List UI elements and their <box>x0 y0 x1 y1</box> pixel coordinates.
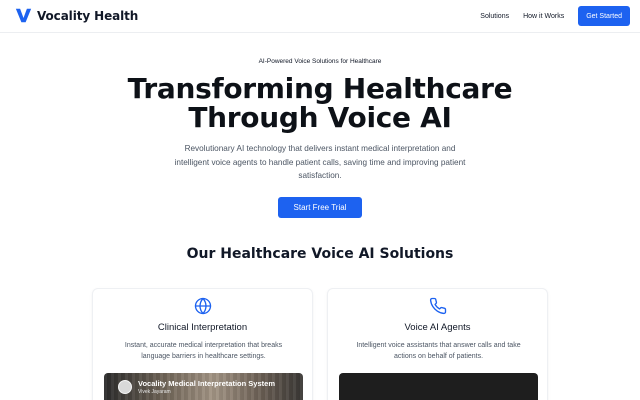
solutions-title: Our Healthcare Voice AI Solutions <box>186 246 454 262</box>
channel-avatar[interactable] <box>118 380 132 394</box>
globe-icon <box>194 297 212 315</box>
card-voice-ai-agents: Voice AI Agents Intelligent voice assist… <box>327 288 548 400</box>
card-description: Instant, accurate medical interpretation… <box>124 342 283 360</box>
card-title: Voice AI Agents <box>404 322 471 333</box>
hero-title: Transforming Healthcare Through Voice AI <box>0 74 640 132</box>
hero-subtitle: Revolutionary AI technology that deliver… <box>174 144 466 180</box>
brand-name: Vocality Health <box>37 8 139 23</box>
video-title[interactable]: Vocality Medical Interpretation System <box>138 379 275 388</box>
video-embed-placeholder[interactable] <box>339 373 538 400</box>
get-started-button[interactable]: Get Started <box>578 6 630 26</box>
start-free-trial-button[interactable]: Start Free Trial <box>278 197 362 218</box>
card-clinical-interpretation: Clinical Interpretation Instant, accurat… <box>92 288 313 400</box>
top-nav: Solutions How it Works Get Started <box>480 6 630 26</box>
card-description: Intelligent voice assistants that answer… <box>356 342 521 360</box>
brand[interactable]: Vocality Health <box>15 7 138 24</box>
video-embed[interactable]: Vocality Medical Interpretation System V… <box>104 373 303 400</box>
hero-title-line-2: Through Voice AI <box>188 101 452 134</box>
v-logo-icon <box>15 8 32 23</box>
hero-eyebrow: AI-Powered Voice Solutions for Healthcar… <box>258 58 382 65</box>
video-author: Vivek Jayaram <box>138 389 171 395</box>
phone-icon <box>429 297 447 315</box>
nav-how-it-works[interactable]: How it Works <box>523 13 564 20</box>
site-header: Vocality Health Solutions How it Works G… <box>0 0 640 33</box>
nav-solutions[interactable]: Solutions <box>480 13 509 20</box>
card-title: Clinical Interpretation <box>157 322 248 333</box>
hero-title-line-1: Transforming Healthcare <box>127 72 513 105</box>
